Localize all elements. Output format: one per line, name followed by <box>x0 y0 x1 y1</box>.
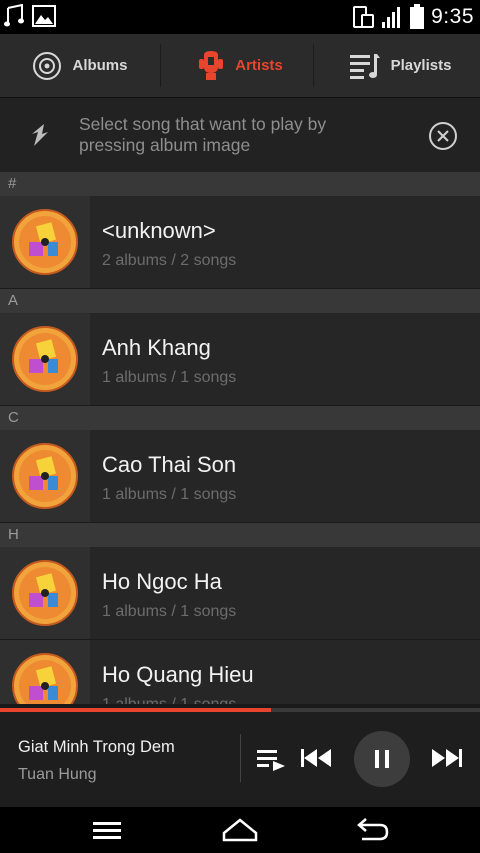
mini-player: Giat Minh Trong Dem Tuan Hung <box>0 712 480 807</box>
artist-row[interactable]: Ho Quang Hieu 1 albums / 1 songs <box>0 640 480 704</box>
dual-sim-icon <box>353 6 375 28</box>
playlist-icon <box>349 53 380 79</box>
battery-icon <box>410 4 425 29</box>
artist-art-icon <box>12 443 78 509</box>
menu-icon[interactable] <box>92 817 122 843</box>
artist-name: <unknown> <box>102 218 216 243</box>
previous-icon <box>301 749 331 767</box>
navigation-bar <box>0 807 480 853</box>
section-header: # <box>0 172 480 196</box>
artist-meta: 2 albums / 2 songs <box>102 252 237 269</box>
album-disc-icon <box>33 51 62 80</box>
queue-icon <box>257 750 285 771</box>
next-button[interactable] <box>431 748 463 768</box>
tab-artists[interactable]: Artists <box>160 34 320 97</box>
artist-name: Ho Ngoc Ha <box>102 569 222 594</box>
home-icon[interactable] <box>222 817 258 843</box>
artist-name: Anh Khang <box>102 335 211 360</box>
hint-text: Select song that want to play by pressin… <box>79 114 327 155</box>
previous-button[interactable] <box>300 748 332 768</box>
artist-thumbnail[interactable] <box>0 640 90 704</box>
artist-row[interactable]: Cao Thai Son 1 albums / 1 songs <box>0 430 480 523</box>
signal-icon <box>382 7 401 28</box>
artist-thumbnail[interactable] <box>0 547 90 639</box>
artist-name: Ho Quang Hieu <box>102 662 254 687</box>
tab-albums-label: Albums <box>72 57 128 74</box>
status-bar: 9:35 <box>0 0 480 34</box>
tab-playlists-label: Playlists <box>390 57 452 74</box>
back-icon[interactable] <box>356 817 390 843</box>
artist-meta: 1 albums / 1 songs <box>102 486 237 503</box>
artist-icon <box>199 50 224 80</box>
now-playing-artist[interactable]: Tuan Hung <box>18 766 97 784</box>
section-header: H <box>0 523 480 547</box>
now-playing-title[interactable]: Giat Minh Trong Dem <box>18 738 175 757</box>
artist-art-icon <box>12 653 78 704</box>
tab-artists-label: Artists <box>235 57 283 74</box>
close-icon[interactable] <box>428 121 458 151</box>
tab-playlists[interactable]: Playlists <box>320 34 480 97</box>
tab-bar: Albums Artists Playlists <box>0 34 480 98</box>
section-header: A <box>0 289 480 313</box>
artist-row[interactable]: <unknown> 2 albums / 2 songs <box>0 196 480 289</box>
next-icon <box>432 749 462 767</box>
artist-art-icon <box>12 209 78 275</box>
pause-icon <box>375 750 389 768</box>
artist-thumbnail[interactable] <box>0 313 90 405</box>
artist-art-icon <box>12 560 78 626</box>
section-header: C <box>0 406 480 430</box>
tab-albums[interactable]: Albums <box>0 34 160 97</box>
artist-name: Cao Thai Son <box>102 452 237 477</box>
hint-banner: Select song that want to play by pressin… <box>0 98 480 172</box>
artist-art-icon <box>12 326 78 392</box>
queue-button[interactable] <box>256 746 286 772</box>
artist-row[interactable]: Anh Khang 1 albums / 1 songs <box>0 313 480 406</box>
back-arrow-icon <box>32 124 48 146</box>
artist-meta: 1 albums / 1 songs <box>102 603 237 620</box>
image-icon <box>32 5 56 27</box>
artist-list[interactable]: # <unknown> 2 albums / 2 songs A Anh Kha… <box>0 172 480 704</box>
pause-button[interactable] <box>354 731 410 787</box>
artist-thumbnail[interactable] <box>0 196 90 288</box>
artist-meta: 1 albums / 1 songs <box>102 369 237 386</box>
status-time: 9:35 <box>431 5 474 28</box>
artist-row[interactable]: Ho Ngoc Ha 1 albums / 1 songs <box>0 547 480 640</box>
artist-thumbnail[interactable] <box>0 430 90 522</box>
artist-meta: 1 albums / 1 songs <box>102 696 254 704</box>
music-note-icon <box>4 4 24 27</box>
